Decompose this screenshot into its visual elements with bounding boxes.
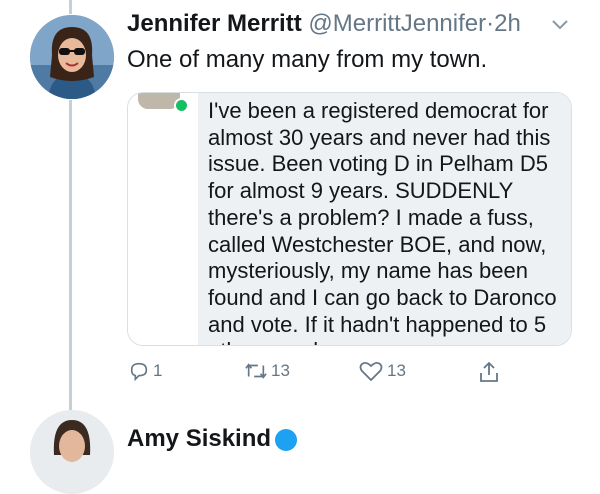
next-author-name[interactable]: Amy Siskind [127, 425, 298, 453]
like-button[interactable]: 13 [359, 360, 406, 382]
reply-count: 1 [153, 361, 163, 380]
reply-icon [130, 362, 148, 382]
author-handle[interactable]: @MerrittJennifer [308, 10, 486, 37]
next-avatar-photo [30, 410, 114, 494]
quoted-tweet[interactable]: I've been a registered democrat for almo… [127, 92, 572, 346]
online-status-icon [174, 98, 189, 113]
tweet-header: Jennifer Merritt @MerrittJennifer·2h [127, 10, 521, 38]
avatar-photo [30, 15, 114, 99]
share-button[interactable] [478, 360, 500, 384]
retweet-icon [245, 363, 267, 379]
reply-button[interactable]: 1 [128, 360, 162, 382]
heart-icon [359, 361, 383, 382]
quoted-tweet-gutter [128, 93, 196, 345]
tweet-actions: 1 13 13 [0, 360, 600, 390]
retweet-count: 13 [271, 361, 290, 380]
author-name[interactable]: Jennifer Merritt [127, 10, 302, 37]
chevron-down-icon[interactable] [548, 15, 572, 35]
share-icon [480, 361, 498, 382]
separator-dot: · [486, 10, 495, 37]
quoted-tweet-text: I've been a registered democrat for almo… [198, 93, 571, 345]
next-author-name-text: Amy Siskind [127, 425, 272, 452]
verified-icon [275, 428, 298, 451]
retweet-button[interactable]: 13 [243, 360, 290, 382]
like-count: 13 [387, 361, 406, 380]
tweet-time[interactable]: 2h [494, 10, 521, 37]
thread-line-top [69, 0, 72, 14]
tweet-text: One of many many from my town. [127, 46, 488, 73]
next-author-avatar[interactable] [30, 410, 114, 494]
author-avatar[interactable] [30, 15, 114, 99]
